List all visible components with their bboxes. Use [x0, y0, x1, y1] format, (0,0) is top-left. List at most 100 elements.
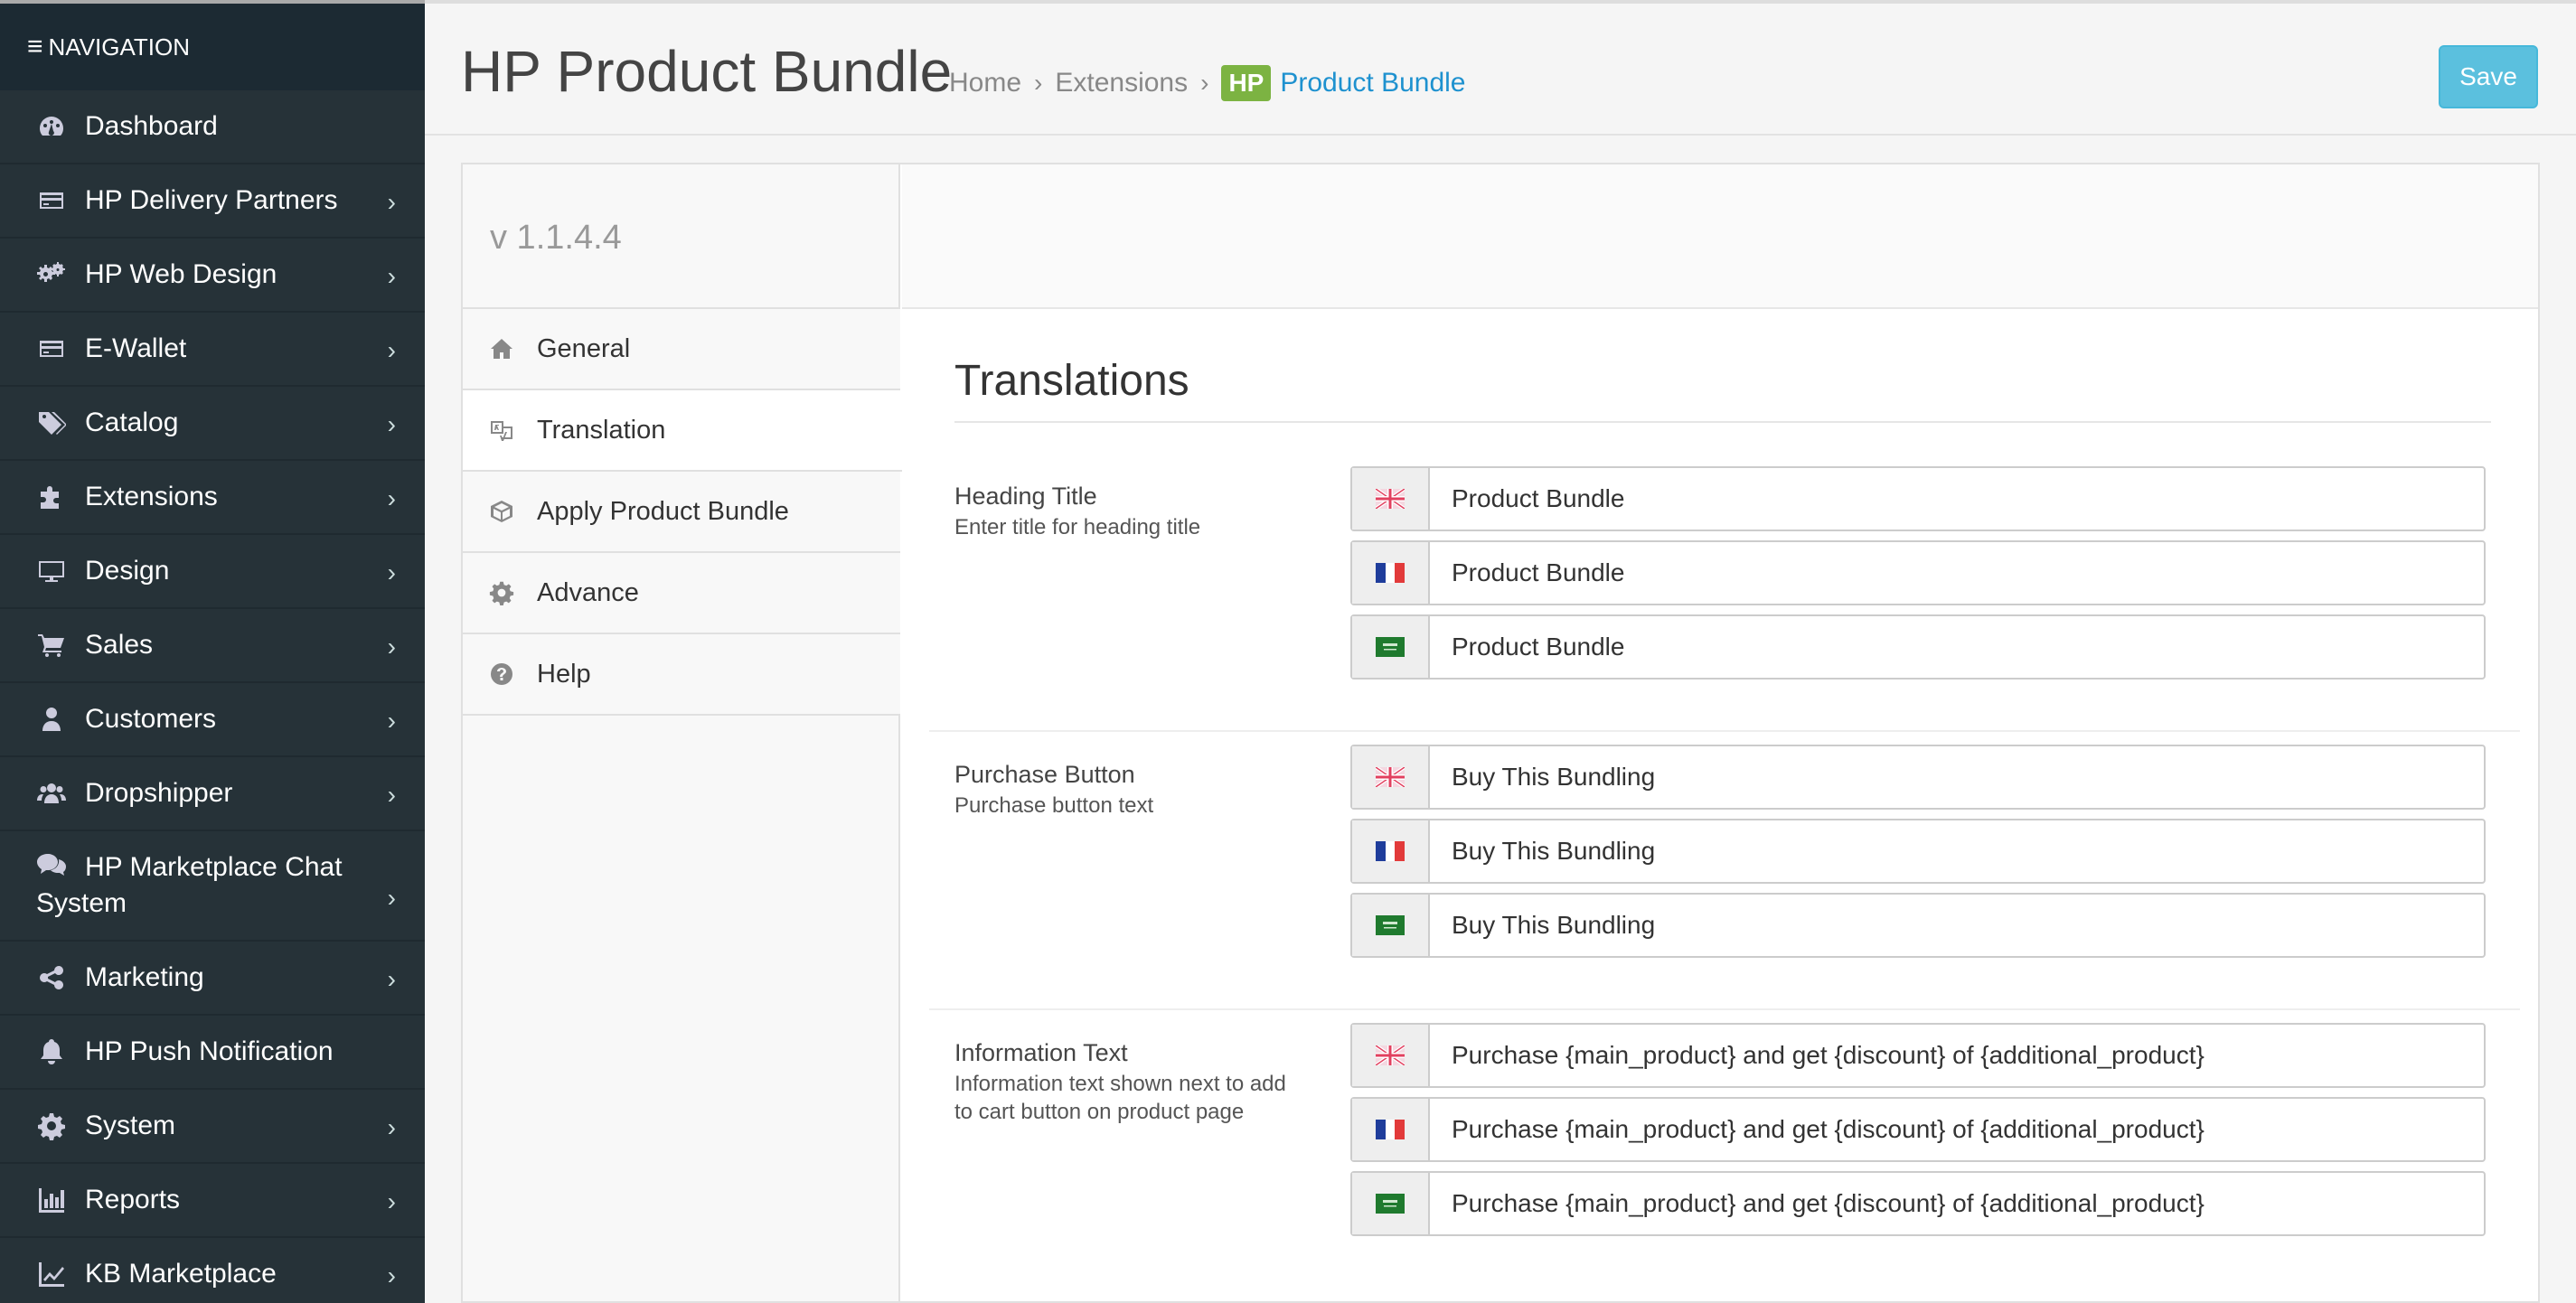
sidebar-item-system[interactable]: System › — [0, 1090, 425, 1164]
divider — [929, 730, 2520, 732]
chevron-right-icon: › — [388, 965, 396, 994]
heading-title-ar-input[interactable] — [1430, 616, 2484, 678]
puzzle-icon — [36, 482, 67, 512]
sidebar-item-label: Catalog — [85, 408, 178, 438]
sidebar-item-sales[interactable]: Sales › — [0, 609, 425, 683]
information-text-fr-input[interactable] — [1430, 1099, 2484, 1160]
field-help: Enter title for heading title — [954, 513, 1298, 541]
chevron-right-icon: › — [388, 410, 396, 439]
sidebar-item-label: HP Push Notification — [85, 1036, 334, 1067]
tab-help[interactable]: Help — [463, 634, 900, 716]
cube-icon — [488, 498, 515, 525]
breadcrumb-home[interactable]: Home — [949, 68, 1021, 98]
tab-translation[interactable]: Translation — [463, 390, 902, 472]
save-button[interactable]: Save — [2439, 45, 2538, 108]
tab-label: Advance — [537, 578, 639, 608]
purchase-button-fr-field — [1350, 819, 2486, 884]
chevron-right-icon: › — [388, 558, 396, 587]
information-text-fr-field — [1350, 1097, 2486, 1162]
sidebar-item-dashboard[interactable]: Dashboard — [0, 90, 425, 164]
fr-flag-icon — [1352, 1099, 1430, 1160]
information-text-ar-input[interactable] — [1430, 1173, 2484, 1234]
tab-column: v 1.1.4.4 General Translation Apply Prod… — [463, 164, 900, 1301]
sidebar-item-label: Sales — [85, 630, 153, 661]
fr-flag-icon — [1352, 542, 1430, 604]
information-text-en-input[interactable] — [1430, 1025, 2484, 1086]
sidebar-item-label: HP Web Design — [85, 259, 277, 290]
en-gb-flag-icon — [1352, 468, 1430, 530]
sidebar-item-label: Customers — [85, 704, 216, 735]
sidebar-item-label: Reports — [85, 1185, 180, 1215]
purchase-button-en-field — [1350, 745, 2486, 810]
tab-advance[interactable]: Advance — [463, 553, 900, 634]
translate-icon — [488, 417, 515, 444]
sidebar-item-e-wallet[interactable]: E-Wallet › — [0, 313, 425, 387]
sidebar-item-label: Extensions — [85, 482, 218, 512]
sidebar-item-customers[interactable]: Customers › — [0, 683, 425, 757]
field-label: Purchase Button — [954, 761, 1135, 789]
form-group-information-text: Information Text Information text shown … — [929, 1039, 2520, 1274]
field-help: Information text shown next to add to ca… — [954, 1070, 1298, 1126]
breadcrumb-product-bundle[interactable]: Product Bundle — [1280, 68, 1465, 98]
sidebar-item-design[interactable]: Design › — [0, 535, 425, 609]
tab-label: General — [537, 334, 630, 364]
ar-flag-icon — [1352, 895, 1430, 956]
purchase-button-ar-input[interactable] — [1430, 895, 2484, 956]
sidebar-item-dropshipper[interactable]: Dropshipper › — [0, 757, 425, 831]
sidebar-item-hp-marketplace-chat-system[interactable]: HP Marketplace Chat System › — [0, 831, 425, 942]
form-group-heading-title: Heading Title Enter title for heading ti… — [929, 483, 2520, 708]
sidebar-item-reports[interactable]: Reports › — [0, 1164, 425, 1238]
field-label: Information Text — [954, 1039, 1128, 1067]
tags-icon — [36, 408, 67, 438]
chevron-right-icon: › — [388, 1261, 396, 1290]
share-icon — [36, 962, 67, 993]
home-icon — [488, 335, 515, 362]
sidebar-item-label: Dashboard — [85, 111, 218, 142]
monitor-icon — [36, 556, 67, 586]
cogs-icon — [36, 259, 67, 290]
sidebar-item-label: Dropshipper — [85, 778, 232, 809]
divider — [954, 421, 2491, 423]
users-icon — [36, 778, 67, 809]
sidebar-item-extensions[interactable]: Extensions › — [0, 461, 425, 535]
sidebar-item-hp-push-notification[interactable]: HP Push Notification — [0, 1016, 425, 1090]
section-title: Translations — [954, 356, 1189, 406]
version-label: v 1.1.4.4 — [490, 219, 622, 258]
en-gb-flag-icon — [1352, 746, 1430, 808]
sidebar-item-kb-marketplace[interactable]: KB Marketplace › — [0, 1238, 425, 1303]
question-icon — [488, 661, 515, 688]
sidebar-item-marketing[interactable]: Marketing › — [0, 942, 425, 1016]
chevron-right-icon: › — [388, 884, 396, 913]
tab-general[interactable]: General — [463, 309, 900, 390]
heading-title-en-field — [1350, 466, 2486, 531]
field-help: Purchase button text — [954, 792, 1298, 820]
chevron-right-icon: › — [388, 262, 396, 291]
navigation-label: NAVIGATION — [49, 33, 191, 61]
tab-apply-product-bundle[interactable]: Apply Product Bundle — [463, 472, 900, 553]
sidebar-item-hp-web-design[interactable]: HP Web Design › — [0, 239, 425, 313]
tab-label: Help — [537, 660, 591, 689]
heading-title-fr-input[interactable] — [1430, 542, 2484, 604]
form-group-purchase-button: Purchase Button Purchase button text — [929, 761, 2520, 987]
sidebar-item-label: System — [85, 1111, 175, 1141]
page-header: HP Product Bundle Home › Extensions › HP… — [425, 0, 2576, 136]
sidebar-item-catalog[interactable]: Catalog › — [0, 387, 425, 461]
fr-flag-icon — [1352, 820, 1430, 882]
chevron-right-icon: › — [388, 1187, 396, 1216]
purchase-button-fr-input[interactable] — [1430, 820, 2484, 882]
sidebar-item-label: HP Marketplace Chat System — [36, 852, 343, 918]
user-icon — [36, 704, 67, 735]
heading-title-fr-field — [1350, 540, 2486, 605]
sidebar-item-hp-delivery-partners[interactable]: HP Delivery Partners › — [0, 164, 425, 239]
chevron-right-icon: › — [388, 188, 396, 217]
chevron-right-icon: › — [388, 633, 396, 661]
sidebar-item-label: Marketing — [85, 962, 204, 993]
chevron-right-icon: › — [388, 707, 396, 736]
heading-title-en-input[interactable] — [1430, 468, 2484, 530]
navigation-header[interactable]: ≡ NAVIGATION — [0, 0, 425, 90]
chevron-right-icon: › — [388, 781, 396, 810]
sidebar-item-label: KB Marketplace — [85, 1259, 277, 1289]
purchase-button-en-input[interactable] — [1430, 746, 2484, 808]
breadcrumb-extensions[interactable]: Extensions — [1055, 68, 1188, 98]
en-gb-flag-icon — [1352, 1025, 1430, 1086]
